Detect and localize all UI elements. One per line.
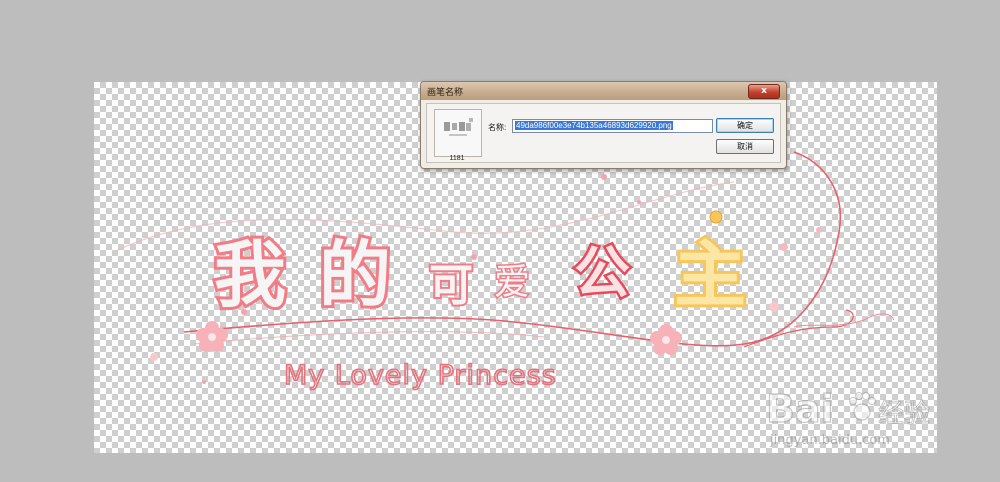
swirl-line — [193, 331, 545, 345]
sparkle-dot — [637, 200, 641, 204]
title-char-4: 爱 — [494, 262, 530, 303]
brush-preview-icon — [444, 118, 473, 136]
brush-size-count: 1181 — [449, 155, 465, 162]
watermark-brand: Bai — [766, 387, 834, 431]
title-char-3: 可 — [429, 260, 473, 311]
title-char-6: 主 — [674, 233, 746, 317]
sparkle-dot — [769, 302, 779, 312]
sparkle-dot — [202, 380, 206, 384]
ok-button[interactable]: 确定 — [716, 118, 774, 133]
brush-name-value: 49da986f00e3e74b135a46893d629920.png — [515, 121, 673, 130]
yellow-dot — [709, 210, 723, 224]
cancel-button[interactable]: 取消 — [716, 139, 774, 154]
close-button[interactable]: x — [748, 84, 780, 99]
brush-name-input[interactable]: 49da986f00e3e74b135a46893d629920.png — [512, 119, 713, 133]
paw-icon — [849, 392, 876, 421]
subtitle: My Lovely Princess — [284, 360, 557, 391]
dialog-title: 画笔名称 — [427, 87, 464, 97]
swirl-line — [113, 181, 735, 253]
dialog-body: 1181 名称: 49da986f00e3e74b135a46893d62992… — [426, 103, 781, 163]
title-char-5: 公 — [574, 241, 630, 306]
swirl-line — [793, 313, 895, 328]
sparkle-dot — [816, 227, 822, 233]
title-char-2: 的 — [319, 233, 391, 317]
sparkle-dot — [780, 243, 788, 251]
watermark-url: jingyan.baidu.com — [769, 433, 890, 448]
name-label: 名称: — [488, 123, 507, 132]
brush-name-dialog: 画笔名称 x 1181 名称: 49da986f00e3e74b135a4689… — [420, 81, 787, 169]
sparkle-dot — [150, 353, 158, 361]
dialog-titlebar[interactable]: 画笔名称 x — [421, 82, 786, 100]
close-icon: x — [761, 86, 767, 96]
brush-thumbnail — [434, 109, 482, 157]
title-char-1: 我 — [214, 233, 286, 317]
flower-left — [196, 321, 228, 352]
flower-right — [650, 324, 682, 355]
sparkle-dot — [601, 174, 607, 180]
watermark-suffix: 经验 — [878, 399, 930, 429]
watermark: Bai 经验 jingyan.baidu.com — [765, 386, 930, 448]
